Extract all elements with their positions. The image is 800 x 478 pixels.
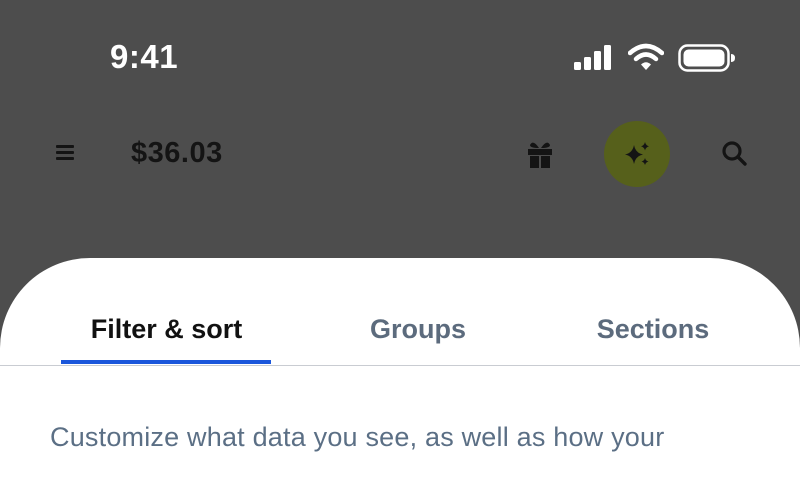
app-header: $36.03 <box>0 115 800 195</box>
ai-assistant-button[interactable] <box>604 121 670 187</box>
sheet-description: Customize what data you see, as well as … <box>50 422 665 452</box>
filter-bottom-sheet: Filter & sort Groups Sections Customize … <box>0 258 800 478</box>
tab-groups[interactable]: Groups <box>318 314 518 345</box>
account-balance: $36.03 <box>131 137 223 169</box>
tab-sections[interactable]: Sections <box>553 314 753 345</box>
sparkles-icon <box>625 142 649 165</box>
gift-icon[interactable] <box>522 137 558 171</box>
wifi-icon <box>628 43 664 70</box>
battery-icon <box>678 44 735 72</box>
menu-icon[interactable] <box>50 137 80 167</box>
sheet-tabs: Filter & sort Groups Sections <box>0 258 800 366</box>
cellular-signal-icon <box>574 45 611 70</box>
tab-filter-sort[interactable]: Filter & sort <box>62 314 271 345</box>
active-tab-indicator <box>61 360 271 364</box>
search-icon[interactable] <box>718 137 752 171</box>
status-bar: 9:41 <box>0 0 800 110</box>
status-time: 9:41 <box>110 38 179 75</box>
